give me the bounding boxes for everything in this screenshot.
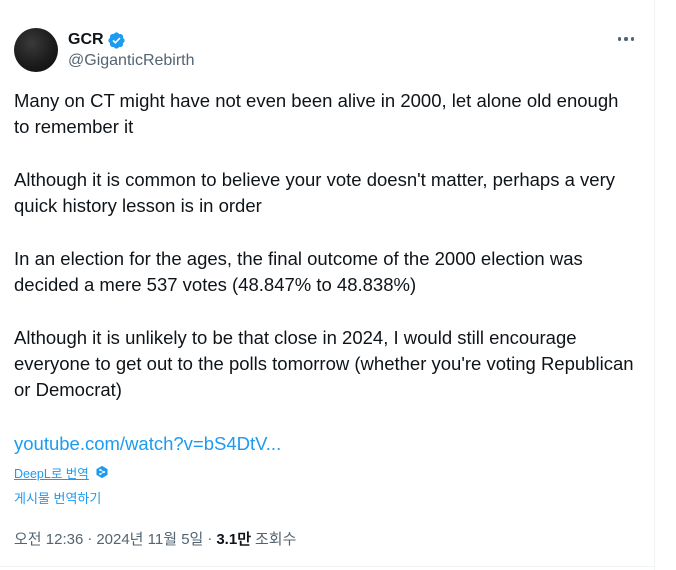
column-divider [654,0,655,570]
avatar[interactable] [14,28,58,72]
bottom-divider [0,566,655,567]
tweet-meta: 오전 12:36 · 2024년 11월 5일 · 3.1만 조회수 [14,528,296,549]
verified-badge-icon[interactable] [107,31,126,50]
views-count: 3.1만 [216,531,251,548]
meta-separator: · [207,530,213,547]
deepl-translate-link[interactable]: DeepL로 번역 [14,463,89,482]
deepl-icon [95,465,109,479]
tweet-time[interactable]: 오전 12:36 [14,528,83,549]
translate-post-button[interactable]: 게시물 번역하기 [14,488,101,507]
tweet-paragraph: Although it is unlikely to be that close… [14,327,634,400]
youtube-link[interactable]: youtube.com/watch?v=bS4DtV... [14,431,281,457]
meta-separator: · [87,530,93,547]
more-icon[interactable] [612,28,640,50]
author-display-name[interactable]: GCR [68,31,104,49]
author-name-row: GCR [68,30,126,50]
tweet-date[interactable]: 2024년 11월 5일 [96,528,203,549]
views-label: 조회수 [255,531,297,548]
deepl-translate-row: DeepL로 번역 [14,462,109,482]
tweet-paragraph: Although it is common to believe your vo… [14,169,615,216]
tweet-text: Many on CT might have not even been aliv… [14,88,634,403]
tweet-paragraph: In an election for the ages, the final o… [14,248,583,295]
author-handle[interactable]: @GiganticRebirth [68,52,195,70]
tweet-paragraph: Many on CT might have not even been aliv… [14,90,619,137]
